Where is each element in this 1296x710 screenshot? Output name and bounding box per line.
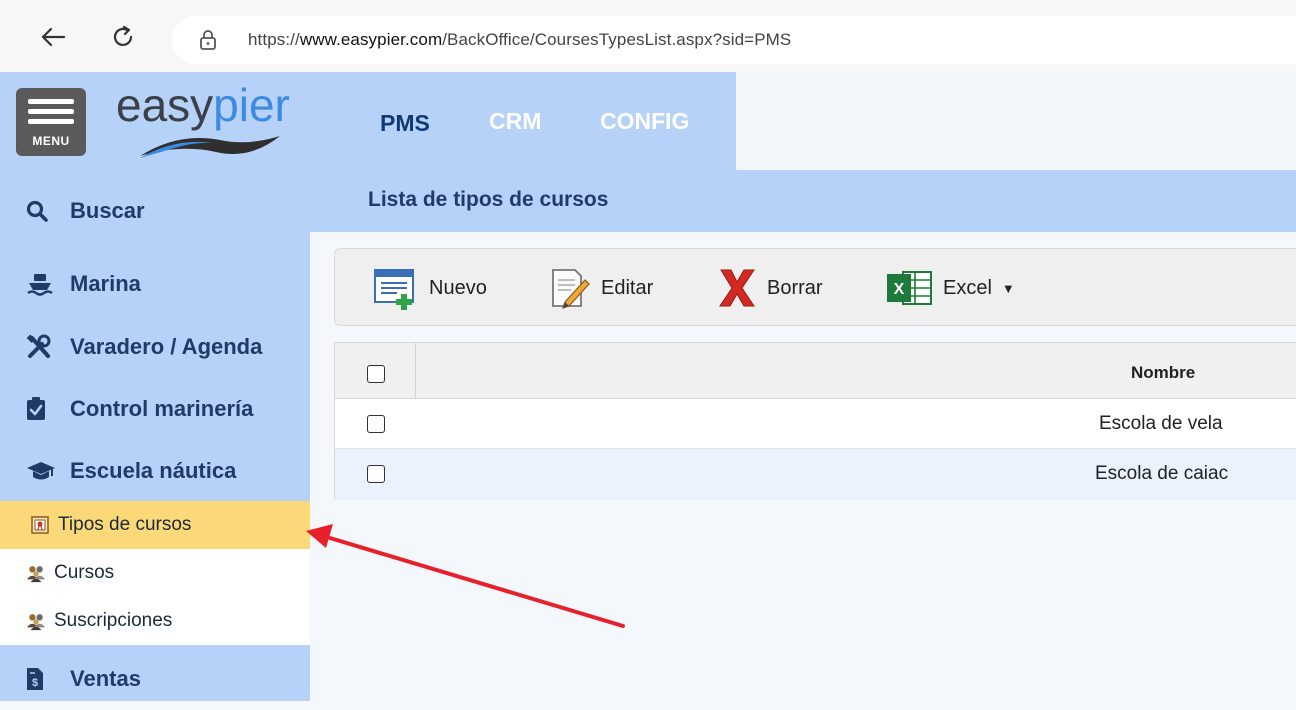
url-prefix: https://	[248, 30, 300, 49]
sidebar-subitem-label: Tipos de cursos	[58, 514, 192, 535]
menu-bar-line	[28, 109, 74, 114]
logo-text: easypier	[116, 78, 290, 132]
menu-bar-line	[28, 119, 74, 124]
menu-label: MENU	[32, 134, 70, 148]
main-title-bar: Lista de tipos de cursos	[310, 170, 1296, 232]
column-header-nombre[interactable]: Nombre	[1131, 363, 1195, 383]
sidebar-subitem-cursos[interactable]: Cursos	[0, 549, 310, 597]
sidebar-item-buscar[interactable]: Buscar	[0, 180, 310, 242]
sidebar-item-varadero[interactable]: Varadero / Agenda	[0, 316, 310, 378]
sidebar-item-escuela-nautica[interactable]: Escuela náutica	[0, 440, 310, 502]
sidebar-item-control-marineria[interactable]: Control marinería	[0, 378, 310, 440]
new-record-icon	[373, 266, 419, 310]
url-domain: www.easypier.com	[299, 30, 443, 49]
search-icon	[26, 199, 58, 223]
url-path: /BackOffice/CoursesTypesList.aspx?sid=PM…	[442, 30, 792, 49]
row-checkbox[interactable]	[367, 465, 385, 483]
edit-button-label: Editar	[601, 276, 654, 299]
clipboard-check-icon	[26, 397, 58, 421]
sidebar-item-label: Marina	[70, 271, 141, 296]
app-header: MENU easypier PMS CRM CONFIG	[0, 72, 736, 170]
cell-nombre: Escola de vela	[1099, 413, 1223, 434]
people-group-icon	[26, 563, 46, 583]
sidebar-item-label: Varadero / Agenda	[70, 334, 263, 359]
easypier-logo[interactable]: easypier	[108, 78, 338, 168]
logo-text-pier: pier	[213, 79, 290, 131]
table-row[interactable]: Escola de caiac	[335, 449, 1296, 500]
back-button[interactable]	[38, 22, 68, 52]
table-row[interactable]: Escola de vela	[335, 399, 1296, 449]
delete-button-label: Borrar	[767, 276, 823, 299]
invoice-icon: $	[26, 667, 58, 691]
excel-icon: X	[885, 268, 933, 308]
sidebar-subitem-suscripciones[interactable]: Suscripciones	[0, 597, 310, 645]
menu-button[interactable]: MENU	[16, 88, 86, 156]
page-title: Lista de tipos de cursos	[368, 188, 609, 211]
column-divider	[415, 343, 416, 399]
row-checkbox[interactable]	[367, 415, 385, 433]
svg-text:X: X	[894, 281, 905, 298]
people-group-icon	[26, 611, 46, 631]
sidebar-subitem-label: Cursos	[54, 562, 115, 583]
graduation-cap-icon	[26, 459, 58, 483]
toolbar: Nuevo Editar Borrar X Excel ▼	[334, 248, 1296, 326]
excel-export-button[interactable]: X Excel ▼	[885, 265, 1015, 311]
sidebar-item-label: Buscar	[70, 198, 145, 223]
edit-button[interactable]: Editar	[549, 265, 653, 311]
reload-button[interactable]	[108, 22, 138, 52]
new-button-label: Nuevo	[429, 276, 487, 299]
sidebar-item-label: Ventas	[70, 666, 141, 691]
lock-icon	[200, 30, 216, 50]
nav-config[interactable]: CONFIG	[600, 108, 689, 135]
arrow-left-icon	[41, 27, 66, 47]
caret-down-icon: ▼	[1001, 280, 1015, 296]
nav-crm[interactable]: CRM	[489, 108, 541, 135]
select-all-checkbox[interactable]	[367, 365, 385, 383]
url-text: https://www.easypier.com/BackOffice/Cour…	[248, 30, 791, 50]
reload-icon	[113, 25, 133, 46]
ship-icon	[26, 272, 58, 296]
sidebar-subitem-label: Suscripciones	[54, 610, 173, 631]
delete-button[interactable]: Borrar	[717, 265, 823, 311]
new-button[interactable]: Nuevo	[373, 265, 487, 311]
logo-text-easy: easy	[116, 79, 214, 131]
nav-pms[interactable]: PMS	[380, 110, 430, 137]
sidebar-subitem-tipos-de-cursos[interactable]: Tipos de cursos	[0, 501, 310, 549]
cell-nombre: Escola de caiac	[1095, 463, 1229, 484]
menu-bar-line	[28, 99, 74, 104]
svg-text:$: $	[32, 677, 38, 689]
sidebar: Buscar Marina Varadero / Agenda Control …	[0, 170, 310, 701]
excel-button-label: Excel	[943, 276, 992, 299]
certificate-icon	[30, 515, 50, 535]
header-right-area	[736, 72, 1296, 170]
course-types-table: Nombre Escola de vela Escola de caiac	[334, 342, 1296, 500]
delete-x-icon	[717, 266, 757, 310]
logo-swoosh-icon	[140, 136, 280, 158]
sidebar-item-label: Escuela náutica	[70, 458, 237, 483]
edit-document-icon	[549, 266, 591, 310]
address-bar[interactable]: https://www.easypier.com/BackOffice/Cour…	[172, 16, 1296, 64]
sidebar-item-label: Control marinería	[70, 396, 254, 421]
table-header-row: Nombre	[335, 343, 1296, 399]
tools-icon	[26, 334, 58, 359]
sidebar-item-marina[interactable]: Marina	[0, 253, 310, 315]
browser-bar: https://www.easypier.com/BackOffice/Cour…	[0, 0, 1296, 72]
